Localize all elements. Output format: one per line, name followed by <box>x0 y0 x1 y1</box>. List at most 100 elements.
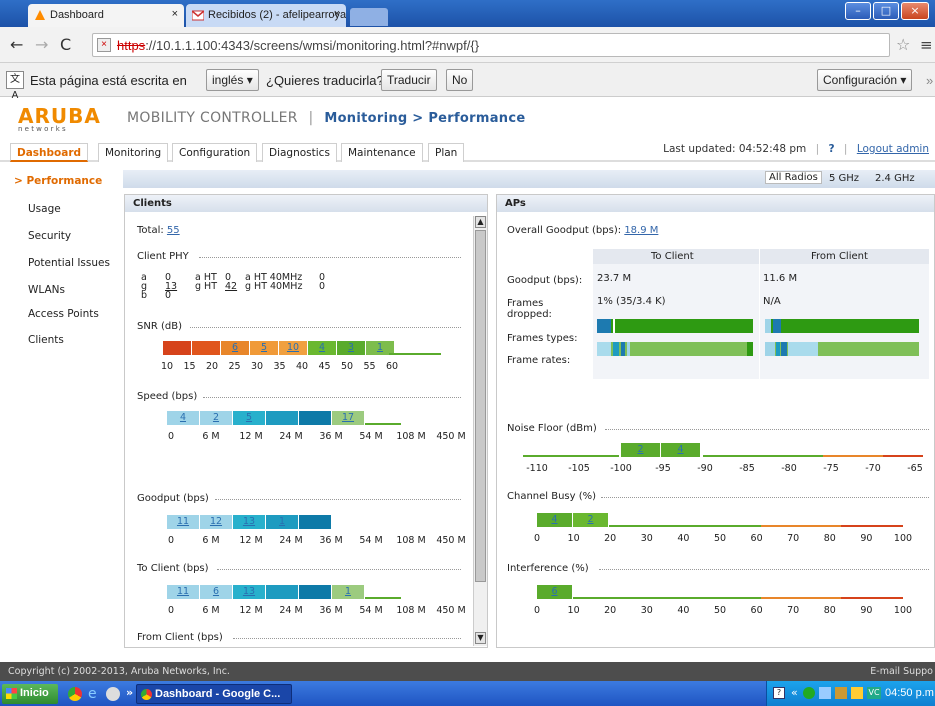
quicklaunch-icon[interactable] <box>106 687 120 701</box>
chart-baseline <box>609 525 761 527</box>
close-window-button[interactable]: × <box>901 2 929 20</box>
tray-icon[interactable] <box>819 687 831 699</box>
overall-goodput-link[interactable]: 18.9 M <box>624 225 658 236</box>
tab-configuration[interactable]: Configuration <box>172 143 258 162</box>
tab-plan[interactable]: Plan <box>428 143 465 162</box>
reload-icon[interactable]: C <box>60 35 71 54</box>
chart-bar[interactable]: 13 <box>233 515 265 529</box>
ap-goodput-to: 23.7 M <box>597 273 632 284</box>
radio-all[interactable]: All Radios <box>765 171 822 184</box>
forward-icon[interactable]: → <box>35 35 48 54</box>
chart-bar[interactable]: 12 <box>200 515 232 529</box>
vc-tray-icon[interactable]: VC <box>867 687 881 699</box>
ie-icon[interactable]: e <box>88 686 97 702</box>
tab-dashboard-nav[interactable]: Dashboard <box>10 143 89 162</box>
chart-bar[interactable]: 2 <box>621 443 660 457</box>
start-button[interactable]: Inicio <box>2 684 58 704</box>
task-dashboard-chrome[interactable]: Dashboard - Google C... <box>136 684 292 704</box>
address-bar[interactable]: × https://10.1.1.100:4343/screens/wmsi/m… <box>92 33 890 57</box>
chart-bar[interactable]: 6 <box>537 585 572 599</box>
copyright-text: Copyright (c) 2002-2013, Aruba Networks,… <box>8 666 230 677</box>
chart-bar[interactable]: 13 <box>233 585 265 599</box>
menu-icon[interactable]: ≡ <box>920 36 933 54</box>
security-tray-icon[interactable] <box>851 687 863 699</box>
sidebar-item-wlans[interactable]: WLANs <box>28 284 65 296</box>
scroll-down-icon[interactable]: ▼ <box>475 632 486 644</box>
chart-bar[interactable]: 5 <box>233 411 265 425</box>
minimize-button[interactable]: – <box>845 2 871 20</box>
chart-bar[interactable]: 17 <box>332 411 364 425</box>
translate-config-button[interactable]: Configuración ▾ <box>817 69 913 91</box>
language-select[interactable]: inglés ▾ <box>206 69 259 91</box>
radio-5ghz[interactable]: 5 GHz <box>829 173 859 184</box>
chrome-icon[interactable] <box>68 687 82 701</box>
frame-types-bar-from <box>765 319 919 333</box>
scroll-up-icon[interactable]: ▲ <box>475 216 486 228</box>
no-translate-button[interactable]: No <box>446 69 474 91</box>
chart-bar[interactable]: 2 <box>573 513 608 527</box>
network-tray-icon[interactable] <box>803 687 815 699</box>
clients-scrollbar[interactable]: ▲ ▼ <box>473 216 487 646</box>
chart-baseline <box>389 353 441 355</box>
axis-tick-label: 20 <box>205 361 219 372</box>
scroll-thumb[interactable] <box>475 230 486 582</box>
radio-24ghz[interactable]: 2.4 GHz <box>875 173 915 184</box>
chart-bar[interactable]: 3 <box>337 341 365 355</box>
chart-bar <box>163 341 191 355</box>
chart-bar[interactable]: 10 <box>279 341 307 355</box>
clock: 04:50 p.m <box>885 687 934 699</box>
total-clients-link[interactable]: 55 <box>167 225 180 236</box>
translate-more[interactable]: » <box>926 73 933 88</box>
chart-bar[interactable]: 1 <box>332 585 364 599</box>
axis-tick-label: -100 <box>610 463 632 474</box>
sidebar-item-security[interactable]: Security <box>28 230 71 242</box>
back-icon[interactable]: ← <box>10 35 23 54</box>
help-tray-icon[interactable]: ? <box>773 687 785 699</box>
chart-bar[interactable]: 11 <box>167 585 199 599</box>
axis-tick-label: 108 M <box>396 605 426 616</box>
chart-bar[interactable]: 6 <box>221 341 249 355</box>
email-support-link[interactable]: E-mail Suppo <box>870 666 933 677</box>
tab-maintenance[interactable]: Maintenance <box>341 143 423 162</box>
maximize-button[interactable]: □ <box>873 2 899 20</box>
sidebar-item-performance[interactable]: > Performance <box>14 175 102 187</box>
quicklaunch-more[interactable]: » <box>126 686 133 699</box>
translate-question: ¿Quieres traducirla? <box>266 73 384 88</box>
tab-diagnostics[interactable]: Diagnostics <box>262 143 337 162</box>
tray-icon[interactable] <box>835 687 847 699</box>
bookmark-star-icon[interactable]: ☆ <box>896 35 910 54</box>
translate-button[interactable]: Traducir <box>381 69 437 91</box>
sidebar-item-access-points[interactable]: Access Points <box>28 308 99 320</box>
axis-tick-label: 50 <box>340 361 354 372</box>
chart-bar[interactable]: 2 <box>200 411 232 425</box>
window-controls: – □ × <box>845 2 931 22</box>
phy-count[interactable]: 42 <box>225 282 237 292</box>
sidebar-item-potential-issues[interactable]: Potential Issues <box>28 257 110 269</box>
logout-link[interactable]: Logout admin <box>857 143 929 155</box>
chart-bar[interactable]: 6 <box>200 585 232 599</box>
chart-bar[interactable]: 4 <box>661 443 700 457</box>
tab-gmail[interactable]: Recibidos (2) - afelipearroya × <box>186 4 346 27</box>
tab-close-icon[interactable]: × <box>334 8 340 20</box>
system-tray: ? « VC 04:50 p.m <box>766 681 935 706</box>
chart-baseline <box>883 455 923 457</box>
chart-bar[interactable]: 4 <box>308 341 336 355</box>
client-phy-title: Client PHY <box>137 251 189 262</box>
tab-close-icon[interactable]: × <box>172 8 178 20</box>
chart-bar[interactable]: 4 <box>167 411 199 425</box>
chart-bar[interactable]: 4 <box>537 513 572 527</box>
new-tab-button[interactable] <box>350 8 388 26</box>
start-label: Inicio <box>20 687 49 699</box>
help-link[interactable]: ? <box>828 143 834 155</box>
chart-bar[interactable]: 5 <box>250 341 278 355</box>
sidebar-item-usage[interactable]: Usage <box>28 203 61 215</box>
tab-monitoring[interactable]: Monitoring <box>98 143 169 162</box>
chart-bar[interactable]: 11 <box>167 515 199 529</box>
sidebar-item-clients[interactable]: Clients <box>28 334 64 346</box>
tray-expand[interactable]: « <box>791 686 798 699</box>
speed-title: Speed (bps) <box>137 391 198 402</box>
axis-tick-label: -80 <box>781 463 797 474</box>
tab-dashboard[interactable]: Dashboard × <box>28 4 184 27</box>
chart-bar[interactable]: 1 <box>266 515 298 529</box>
frame-types-bar-to <box>597 319 753 333</box>
